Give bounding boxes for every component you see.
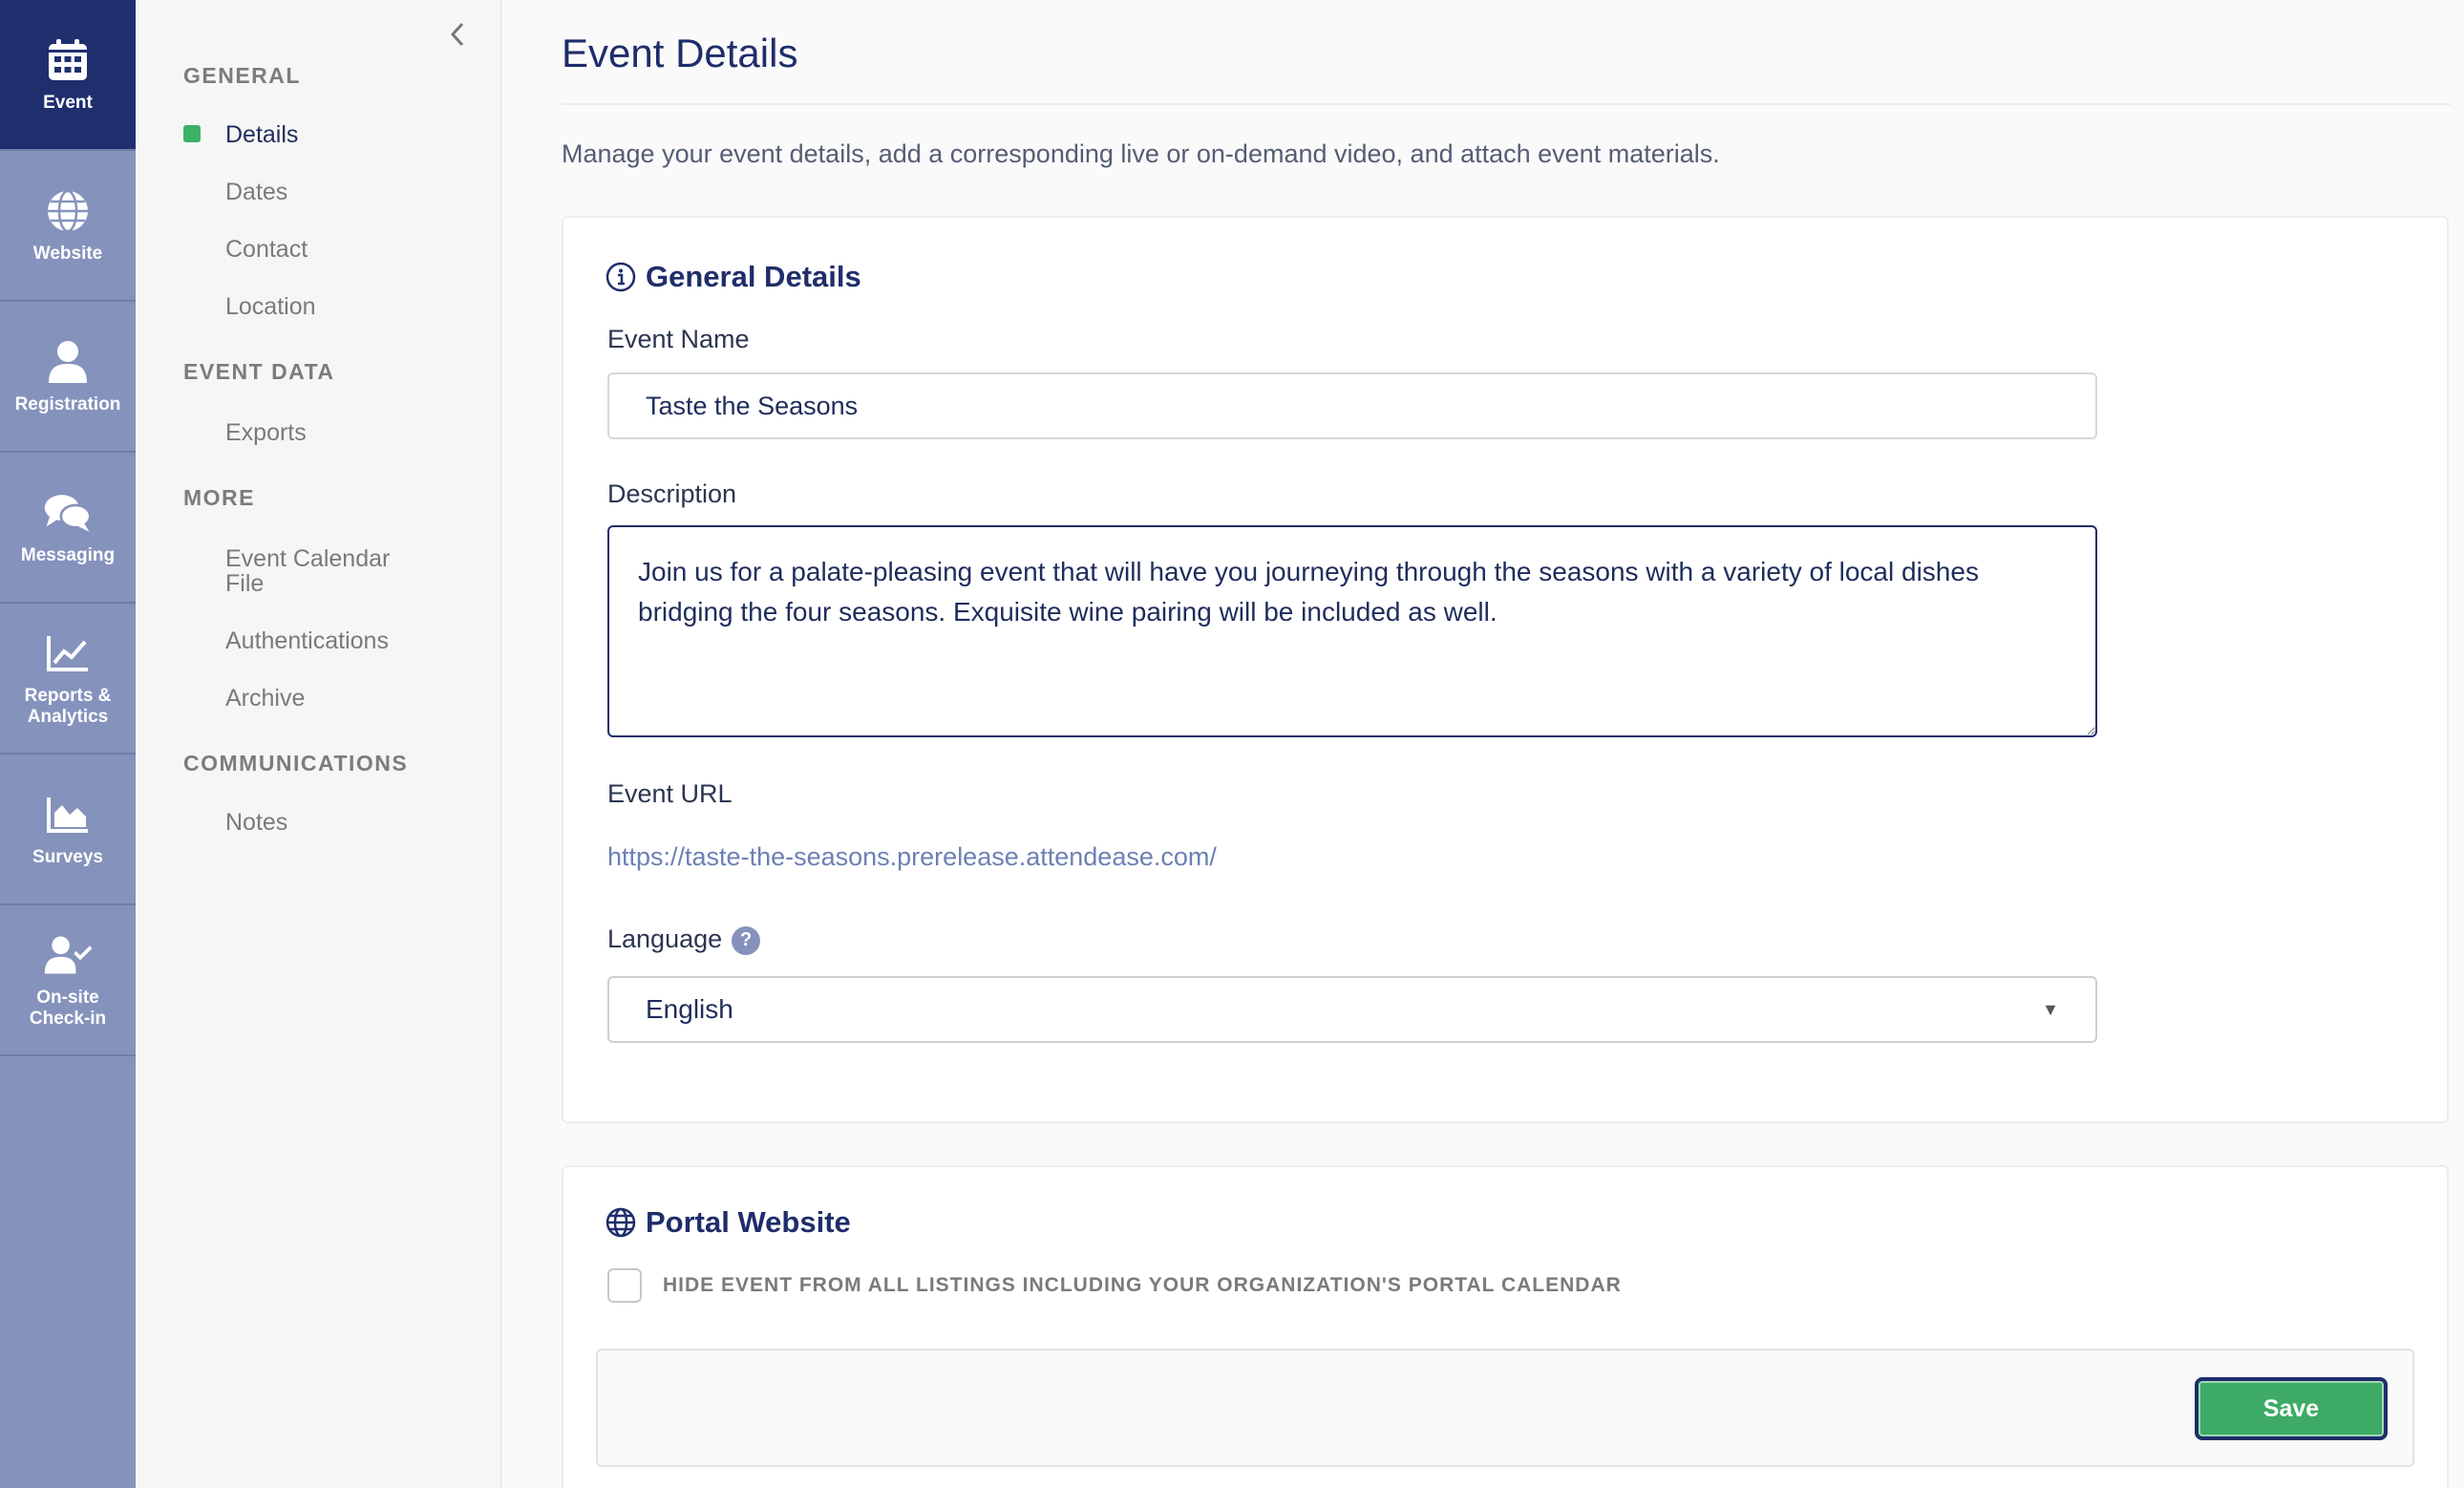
active-indicator	[183, 125, 201, 142]
area-chart-icon	[43, 790, 93, 840]
nav-section-general: GENERAL	[183, 63, 301, 88]
general-details-card: General Details Event Name Description J…	[562, 216, 2449, 1123]
help-icon[interactable]: ?	[732, 925, 761, 955]
language-label: Language	[607, 925, 723, 953]
rail-item-registration[interactable]: Registration	[0, 302, 136, 453]
section-title: General Details	[646, 260, 861, 293]
rail-item-onsite-checkin[interactable]: On-site Check-in	[0, 905, 136, 1056]
rail-label: Website	[32, 244, 103, 264]
event-url-link[interactable]: https://taste-the-seasons.prerelease.att…	[607, 842, 1217, 872]
nav-section-communications: COMMUNICATIONS	[183, 751, 409, 776]
nav-link-contact[interactable]: Contact	[225, 237, 455, 262]
rail-item-reports-analytics[interactable]: Reports & Analytics	[0, 604, 136, 755]
rail-label: Registration	[14, 394, 121, 415]
language-selected-value: English	[646, 994, 733, 1024]
event-name-input[interactable]	[607, 372, 2097, 439]
rail-label: Messaging	[20, 545, 116, 565]
divider	[562, 103, 2451, 105]
portal-website-heading: Portal Website	[605, 1205, 851, 1240]
user-check-icon	[43, 930, 93, 980]
main-content: Event Details Manage your event details,…	[502, 0, 2464, 1488]
hide-event-label: HIDE EVENT FROM ALL LISTINGS INCLUDING Y…	[663, 1274, 1622, 1296]
description-label: Description	[607, 479, 737, 508]
event-name-label: Event Name	[607, 325, 750, 353]
rail-label: Reports & Analytics	[24, 686, 112, 727]
nav-section-event-data: EVENT DATA	[183, 359, 335, 384]
section-nav: GENERAL Details Dates Contact Location E…	[136, 0, 502, 1488]
nav-link-details[interactable]: Details	[225, 122, 455, 147]
info-icon	[605, 262, 636, 292]
nav-link-authentications[interactable]: Authentications	[225, 628, 455, 653]
calendar-icon	[43, 35, 93, 85]
language-select[interactable]: English ▼	[607, 976, 2097, 1043]
rail-label: Surveys	[32, 847, 103, 867]
description-textarea[interactable]: Join us for a palate-pleasing event that…	[607, 525, 2097, 737]
page-title: Event Details	[562, 31, 798, 75]
rail-item-messaging[interactable]: Messaging	[0, 453, 136, 604]
rail-label: Event	[43, 93, 93, 113]
save-bar: Save	[596, 1349, 2414, 1467]
caret-down-icon: ▼	[2042, 999, 2059, 1019]
rail-item-event[interactable]: Event	[0, 0, 136, 151]
rail-item-website[interactable]: Website	[0, 151, 136, 302]
hide-event-checkbox[interactable]	[607, 1268, 642, 1303]
general-details-heading: General Details	[605, 260, 861, 294]
nav-link-event-calendar-file[interactable]: Event Calendar File	[225, 546, 426, 596]
globe-icon	[605, 1207, 636, 1238]
language-label-row: Language?	[607, 925, 761, 955]
nav-link-exports[interactable]: Exports	[225, 420, 455, 445]
save-button[interactable]: Save	[2195, 1377, 2388, 1440]
rail-label: On-site Check-in	[29, 988, 107, 1029]
globe-icon	[43, 186, 93, 236]
hide-event-option: HIDE EVENT FROM ALL LISTINGS INCLUDING Y…	[607, 1268, 1622, 1303]
line-chart-icon	[43, 628, 93, 678]
person-icon	[43, 337, 93, 387]
page-description: Manage your event details, add a corresp…	[562, 139, 1720, 168]
chat-icon	[43, 488, 93, 538]
chevron-left-icon	[450, 22, 464, 47]
collapse-nav-button[interactable]	[443, 17, 472, 52]
nav-link-location[interactable]: Location	[225, 294, 455, 319]
app-rail: Event Website Registration Messaging Rep…	[0, 0, 136, 1488]
event-url-label: Event URL	[607, 779, 733, 808]
rail-item-surveys[interactable]: Surveys	[0, 755, 136, 905]
nav-link-archive[interactable]: Archive	[225, 686, 455, 711]
nav-link-notes[interactable]: Notes	[225, 810, 455, 835]
nav-link-dates[interactable]: Dates	[225, 180, 455, 204]
nav-section-more: MORE	[183, 485, 255, 510]
section-title: Portal Website	[646, 1205, 851, 1239]
